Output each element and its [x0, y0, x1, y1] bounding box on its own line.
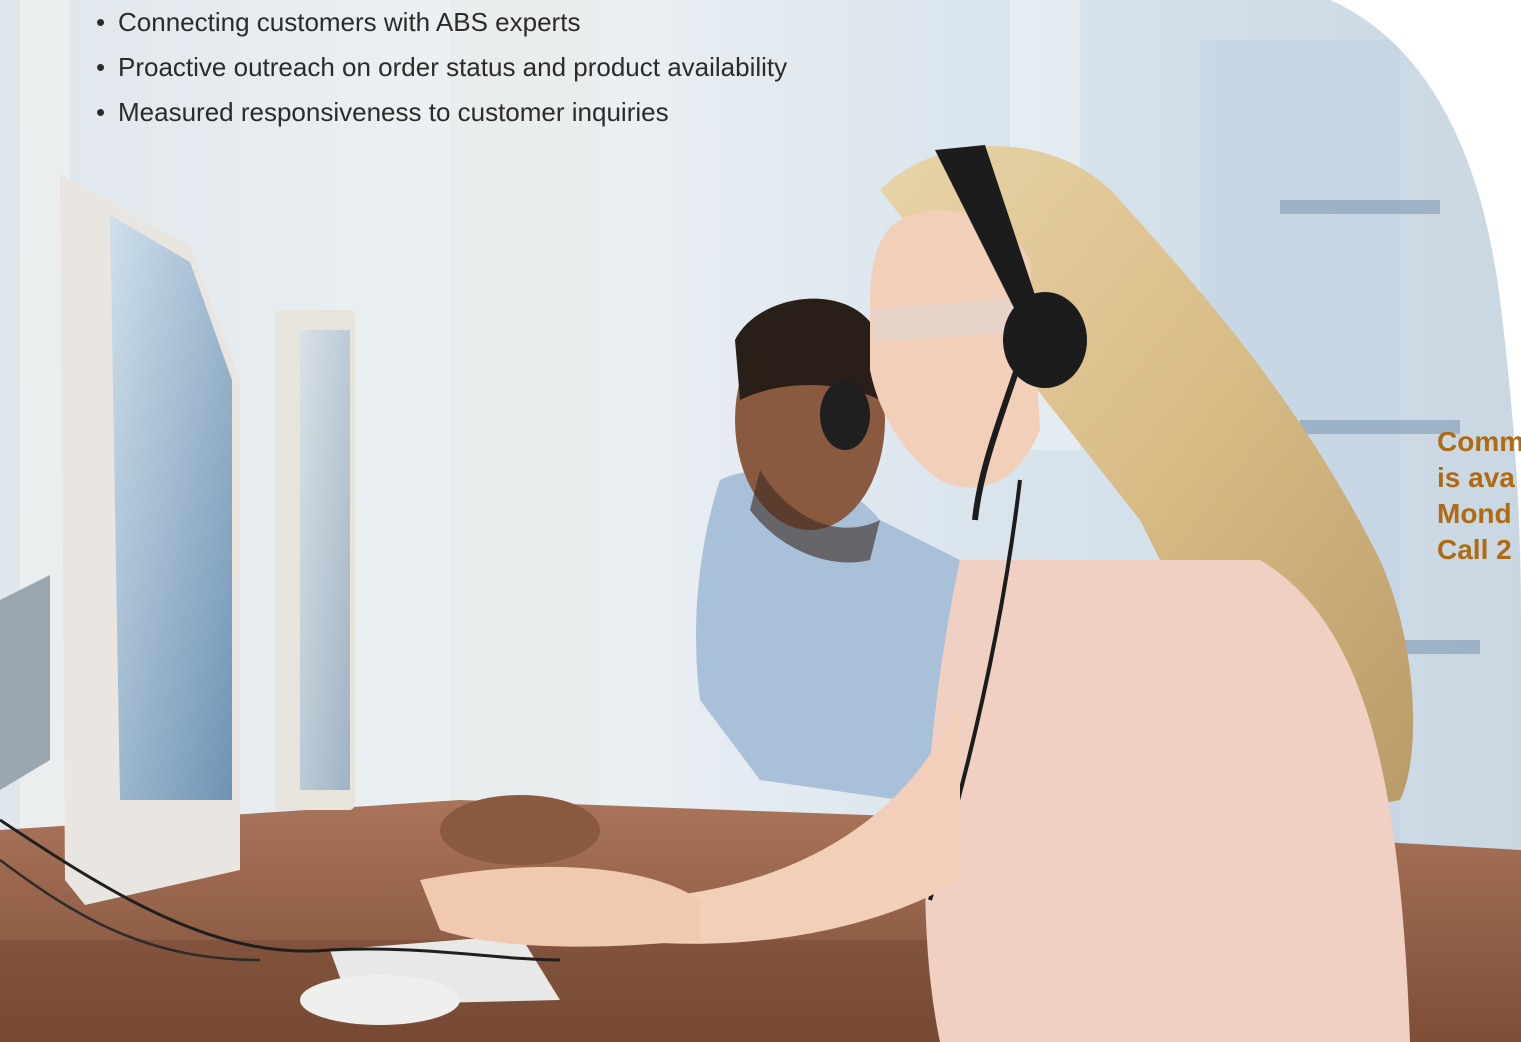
callout-line: is ava	[1437, 462, 1515, 493]
bullet-item: • Connecting customers with ABS experts	[96, 0, 787, 45]
bullet-symbol: •	[96, 7, 106, 37]
bullet-text: Measured responsiveness to customer inqu…	[118, 97, 669, 127]
bullet-list: • Connecting customers with ABS experts •…	[96, 0, 787, 135]
callout-line: Comm	[1437, 426, 1521, 457]
document-page: • Connecting customers with ABS experts •…	[0, 0, 1521, 1042]
bullet-symbol: •	[96, 97, 106, 127]
bullet-item: • Proactive outreach on order status and …	[96, 45, 787, 90]
bullet-text: Connecting customers with ABS experts	[118, 7, 581, 37]
contact-callout: Comm is ava Mond Call 2	[1437, 424, 1521, 568]
callout-line: Call 2	[1437, 534, 1512, 565]
bullet-text: Proactive outreach on order status and p…	[118, 52, 788, 82]
customer-service-photo	[0, 0, 1521, 1042]
callout-line: Mond	[1437, 498, 1512, 529]
bullet-symbol: •	[96, 52, 106, 82]
bullet-item: • Measured responsiveness to customer inq…	[96, 90, 787, 135]
